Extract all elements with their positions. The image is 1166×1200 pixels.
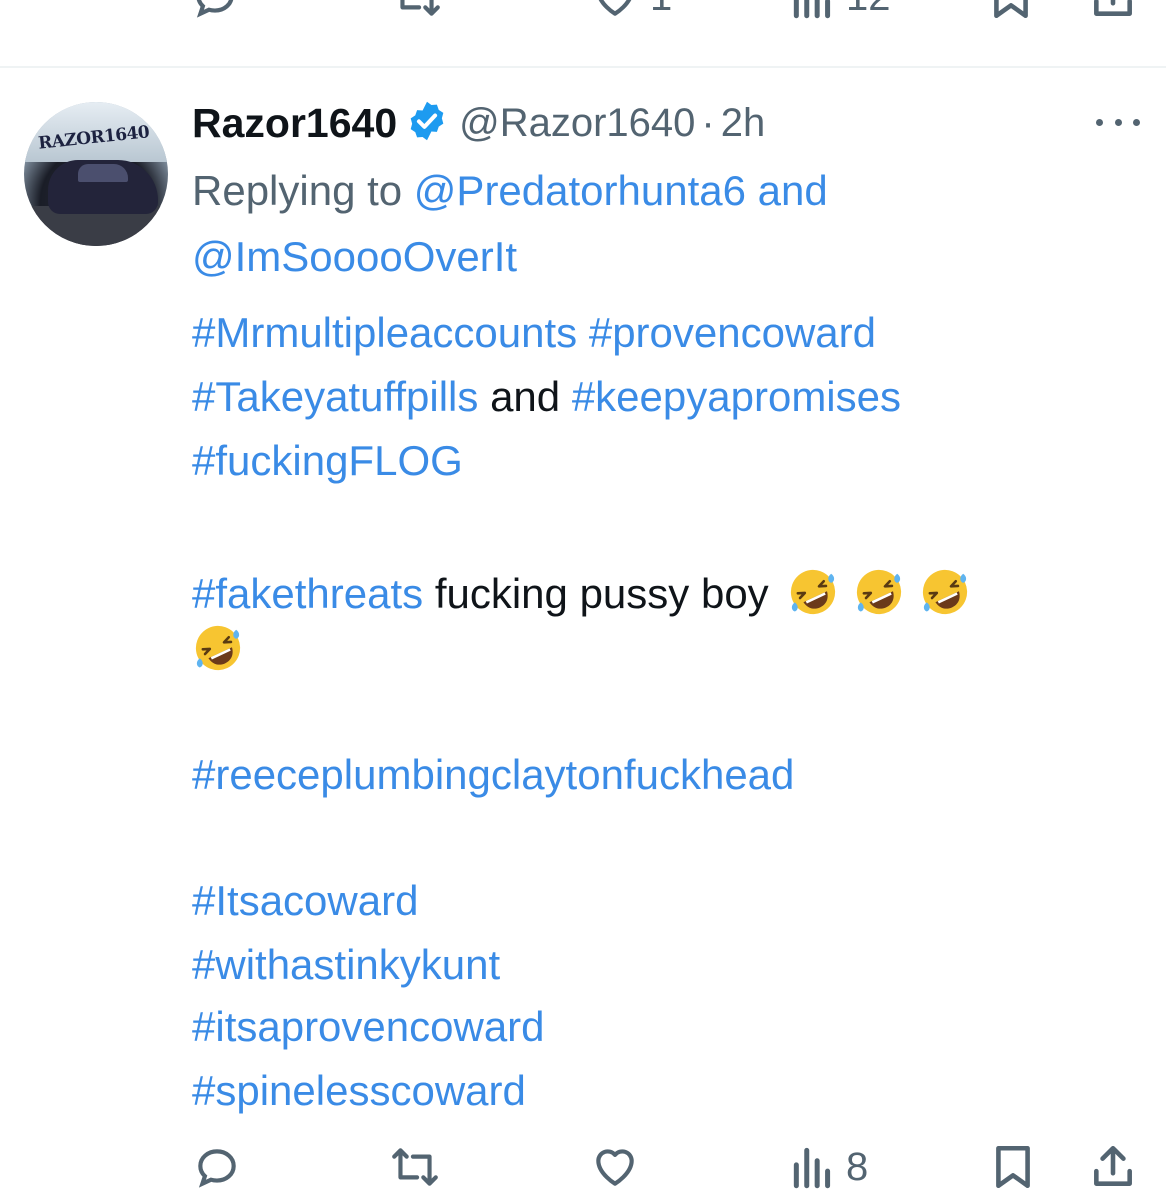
previous-bookmark-button[interactable] [988,0,1034,22]
tweet-body-line [192,622,244,674]
hashtag[interactable]: #withastinkykunt [192,941,500,988]
hashtag[interactable]: #Mrmultipleaccounts [192,309,577,356]
timestamp[interactable]: 2h [721,101,766,146]
more-icon-dot [1133,118,1140,126]
hashtag[interactable]: #Itsacoward [192,877,418,924]
hashtag[interactable]: #reeceplumbingclaytonfuckhead [192,751,794,798]
reply-icon [196,0,234,18]
more-icon-dot [1114,118,1122,126]
previous-views-button[interactable]: 12 [790,0,891,22]
hashtag[interactable]: #fuckingFLOG [192,437,463,484]
tweet-body-line: #spinelesscoward [192,1070,526,1112]
tweet-body-line: #Itsacoward [192,880,418,922]
like-icon [598,0,632,16]
repost-button[interactable] [388,1142,452,1192]
views-icon [793,0,831,19]
tweet-action-bar: 8 [0,1130,1166,1200]
hashtag[interactable]: #fakethreats [192,570,423,617]
mention-imsooooverit[interactable]: @ImSooooOverIt [192,233,517,280]
bookmark-icon [994,0,1028,19]
share-button[interactable] [1088,1142,1138,1192]
avatar-car-window [78,164,128,182]
more-icon [1096,118,1103,126]
replying-prefix: Replying to [192,167,414,214]
repost-icon [400,0,440,16]
like-button[interactable] [590,1142,650,1192]
like-icon [596,1149,634,1186]
share-icon [1094,1145,1132,1186]
rofl-emoji [195,625,241,671]
replying-to-line-2: @ImSooooOverIt [192,236,517,278]
tweet-divider [0,66,1166,68]
views-count: 8 [846,1144,869,1189]
previous-like-count: 1 [650,0,672,20]
tweet-body-line: #reeceplumbingclaytonfuckhead [192,754,794,796]
mention-predatorhunta6[interactable]: @Predatorhunta6 [414,167,746,214]
reply-icon [198,1149,236,1188]
rofl-emoji [922,569,967,615]
more-options-button[interactable] [1096,110,1140,134]
avatar[interactable]: RAZOR1640 [24,102,168,246]
rofl-emoji [790,569,835,615]
display-name[interactable]: Razor1640 [192,100,397,147]
previous-repost-button[interactable] [390,0,444,22]
body-text: and [490,373,561,420]
rofl-emoji [856,569,901,615]
tweet-body-line: #Mrmultipleaccounts #provencoward [192,312,876,354]
previous-views-count: 12 [846,0,891,20]
replying-and[interactable]: and [746,167,828,214]
tweet-body-line: #fakethreats fucking pussy boy [192,566,971,618]
bookmark-icon [996,1145,1030,1189]
body-text: fucking pussy boy [434,570,769,617]
hashtag[interactable]: #Takeyatuffpills [192,373,478,420]
verified-badge-icon [410,101,444,140]
tweet-body-line: #Takeyatuffpills and #keepyapromises [192,376,901,418]
share-icon [1094,0,1132,16]
verified-badge[interactable] [405,99,449,148]
previous-tweet-action-bar: 1 12 [0,0,1166,66]
tweet-body-line: #itsaprovencoward [192,1006,545,1048]
hashtag[interactable]: #itsaprovencoward [192,1003,545,1050]
previous-reply-button[interactable] [190,0,250,22]
bookmark-button[interactable] [990,1142,1036,1192]
views-icon [793,1147,831,1189]
tweet-header: Razor1640 @Razor1640 · 2h [192,98,765,148]
replying-to-line: Replying to @Predatorhunta6 and [192,170,828,212]
handle[interactable]: @Razor1640 [459,101,695,146]
tweet-body-line: #fuckingFLOG [192,440,463,482]
hashtag[interactable]: #provencoward [589,309,876,356]
hashtag[interactable]: #spinelesscoward [192,1067,526,1114]
previous-like-button[interactable]: 1 [590,0,672,22]
repost-icon [392,1148,438,1186]
views-button[interactable]: 8 [790,1142,868,1192]
header-separator: · [701,100,715,145]
previous-share-button[interactable] [1088,0,1138,22]
tweet-body-line: #withastinkykunt [192,944,500,986]
hashtag[interactable]: #keepyapromises [572,373,901,420]
reply-button[interactable] [192,1142,252,1192]
